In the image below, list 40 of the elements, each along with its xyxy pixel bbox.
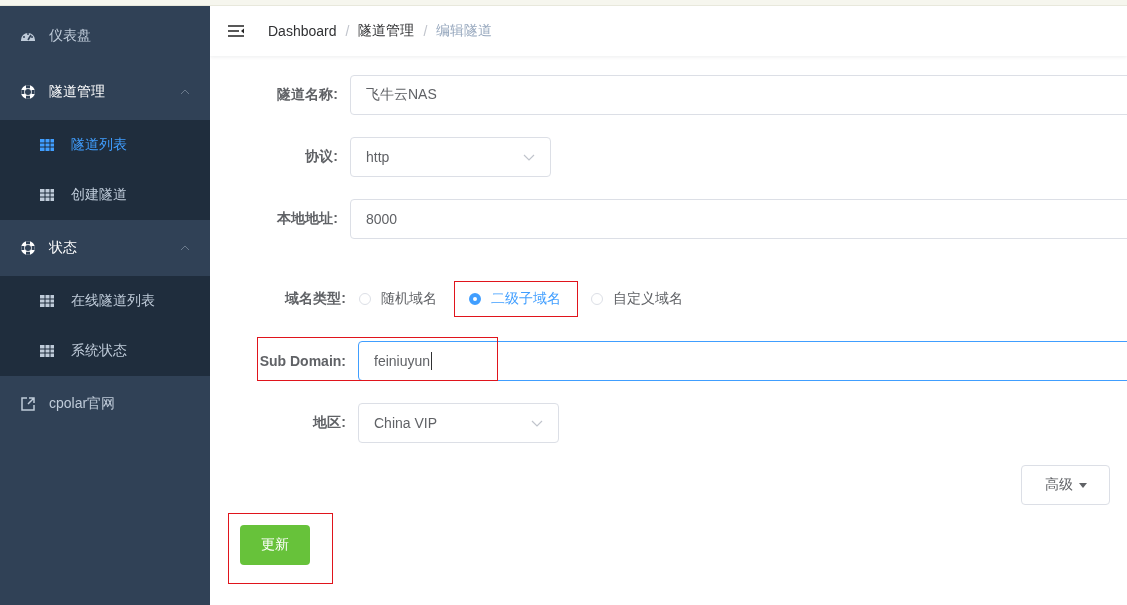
submenu-item[interactable]: 在线隧道列表 [0, 276, 210, 326]
field-label: 域名类型: [283, 290, 347, 308]
field-label: 本地地址: [276, 210, 339, 228]
field-label: 隧道名称: [276, 86, 339, 104]
submenu-item[interactable]: 隧道列表 [0, 120, 210, 170]
grid-icon [40, 345, 54, 357]
chevron-icon [180, 89, 190, 95]
chevron-icon [180, 245, 190, 251]
menu-item[interactable]: 状态 [0, 220, 210, 276]
select-field[interactable]: http [350, 137, 551, 177]
field-label: 地区: [311, 414, 347, 432]
radio-option[interactable]: 自定义域名 [591, 290, 683, 308]
lifebuoy-icon [20, 240, 36, 256]
chevron-down-icon [523, 153, 535, 161]
grid-icon [40, 189, 54, 201]
menu-icon[interactable] [228, 25, 244, 37]
external-link-icon [20, 396, 36, 412]
submenu-item[interactable]: 系统状态 [0, 326, 210, 376]
menu-item[interactable]: 仪表盘 [0, 8, 210, 64]
breadcrumb-item: 编辑隧道 [436, 22, 493, 40]
submenu-item[interactable]: 创建隧道 [0, 170, 210, 220]
menu-item[interactable]: cpolar官网 [0, 376, 210, 432]
breadcrumb-separator: / [423, 23, 428, 39]
chevron-down-icon [531, 419, 543, 427]
field-label: Sub Domain: [258, 353, 347, 369]
field-label: 协议: [304, 148, 339, 166]
select-field[interactable]: China VIP [358, 403, 559, 443]
input-field[interactable]: 8000 [350, 199, 1127, 239]
lifebuoy-icon [20, 84, 36, 100]
grid-icon [40, 139, 54, 151]
grid-icon [40, 295, 54, 307]
breadcrumb-separator: / [345, 23, 350, 39]
breadcrumb-item[interactable]: Dashboard [268, 23, 337, 39]
input-field[interactable]: 飞牛云NAS [350, 75, 1127, 115]
advanced-button[interactable]: 高级 [1021, 465, 1110, 505]
input-field[interactable]: feiniuyun [358, 341, 1127, 381]
caret-icon [1078, 482, 1087, 488]
breadcrumb-item[interactable]: 隧道管理 [358, 22, 415, 40]
radio-option[interactable]: 随机域名 [359, 290, 437, 308]
menu-item[interactable]: 隧道管理 [0, 64, 210, 120]
